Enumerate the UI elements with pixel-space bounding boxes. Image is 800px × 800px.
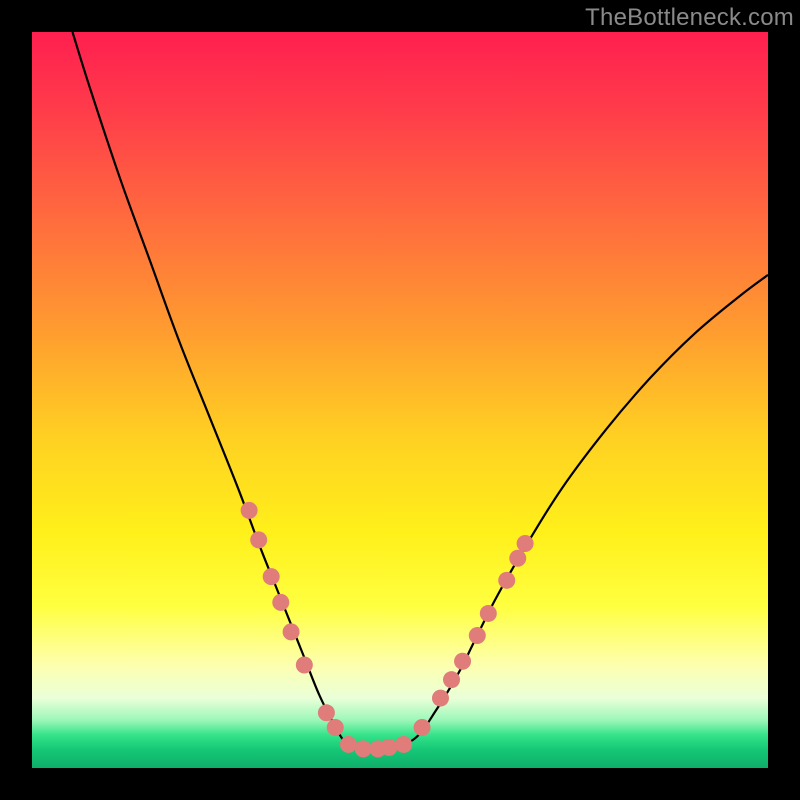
sample-dot — [498, 572, 515, 589]
sample-dot — [517, 535, 534, 552]
sample-dot — [469, 627, 486, 644]
sample-dot — [327, 719, 344, 736]
bottleneck-curve — [72, 32, 768, 750]
sample-dot — [380, 739, 397, 756]
watermark-text: TheBottleneck.com — [585, 4, 794, 32]
sample-dot — [272, 594, 289, 611]
sample-dot — [432, 690, 449, 707]
curve-sample-dots — [241, 502, 534, 757]
sample-dot — [414, 719, 431, 736]
sample-dot — [355, 740, 372, 757]
plot-area — [32, 32, 768, 768]
sample-dot — [480, 605, 497, 622]
sample-dot — [509, 550, 526, 567]
sample-dot — [395, 736, 412, 753]
sample-dot — [250, 531, 267, 548]
chart-frame — [32, 32, 768, 768]
sample-dot — [296, 656, 313, 673]
sample-dot — [340, 736, 357, 753]
curve-layer — [32, 32, 768, 768]
sample-dot — [263, 568, 280, 585]
sample-dot — [283, 623, 300, 640]
sample-dot — [318, 704, 335, 721]
sample-dot — [241, 502, 258, 519]
sample-dot — [443, 671, 460, 688]
sample-dot — [454, 653, 471, 670]
